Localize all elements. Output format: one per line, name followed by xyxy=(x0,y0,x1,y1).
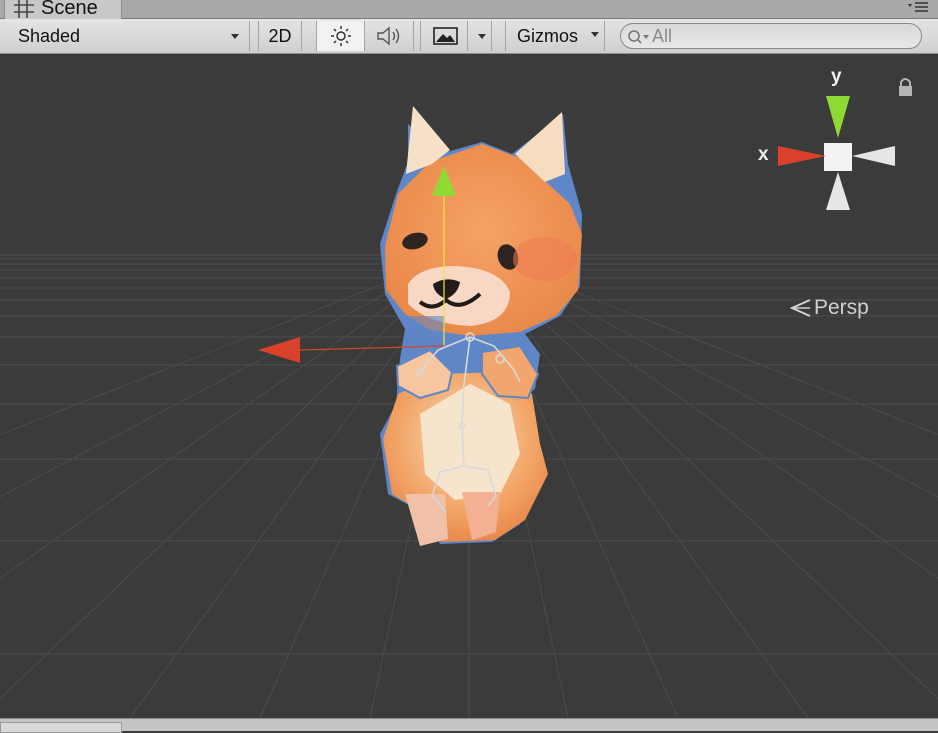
effects-divider xyxy=(467,21,468,51)
lock-icon[interactable] xyxy=(899,78,912,96)
gizmos-label: Gizmos xyxy=(517,25,579,46)
search-icon xyxy=(628,30,649,44)
scene-tab-label: Scene xyxy=(41,0,98,19)
plane-handle xyxy=(405,316,445,346)
audio-icon xyxy=(376,26,399,46)
lighting-icon xyxy=(330,26,351,46)
scene-viewport[interactable]: y x Persp xyxy=(0,54,938,718)
scrollbar-thumb[interactable] xyxy=(0,722,122,733)
effects-dropdown[interactable] xyxy=(420,21,492,51)
search-value: All xyxy=(652,26,673,46)
lighting-toggle-button[interactable] xyxy=(316,21,365,51)
draw-mode-dropdown[interactable]: Shaded xyxy=(0,21,250,51)
draw-mode-label: Shaded xyxy=(18,25,81,46)
gizmo-x-label: x xyxy=(758,144,769,165)
scene-tab[interactable]: Scene xyxy=(4,0,122,19)
scene-toolbar: Shaded 2D Gizmos All xyxy=(0,19,938,54)
chevron-down-icon xyxy=(478,34,486,39)
search-input[interactable]: All xyxy=(620,23,922,49)
projection-label: Persp xyxy=(814,296,869,319)
2d-toggle-label: 2D xyxy=(268,25,292,46)
2d-toggle-button[interactable]: 2D xyxy=(258,21,302,51)
x-axis-handle-cone xyxy=(258,337,300,363)
orientation-gizmo[interactable] xyxy=(778,96,895,210)
projection-toggle[interactable]: Persp xyxy=(788,295,869,321)
scene-grid-icon xyxy=(14,0,34,18)
gizmos-dropdown[interactable]: Gizmos xyxy=(505,21,605,51)
scene-canvas[interactable] xyxy=(0,54,938,718)
tab-bar: Scene xyxy=(0,0,938,19)
chevron-down-icon xyxy=(591,32,599,37)
audio-toggle-button[interactable] xyxy=(366,21,414,51)
perspective-icon xyxy=(789,299,811,317)
gizmo-y-label: y xyxy=(831,66,842,87)
bottom-scrollbar[interactable] xyxy=(0,718,938,733)
tab-menu-icon[interactable] xyxy=(906,0,930,16)
chevron-down-icon xyxy=(231,34,239,39)
effects-icon xyxy=(433,27,458,45)
